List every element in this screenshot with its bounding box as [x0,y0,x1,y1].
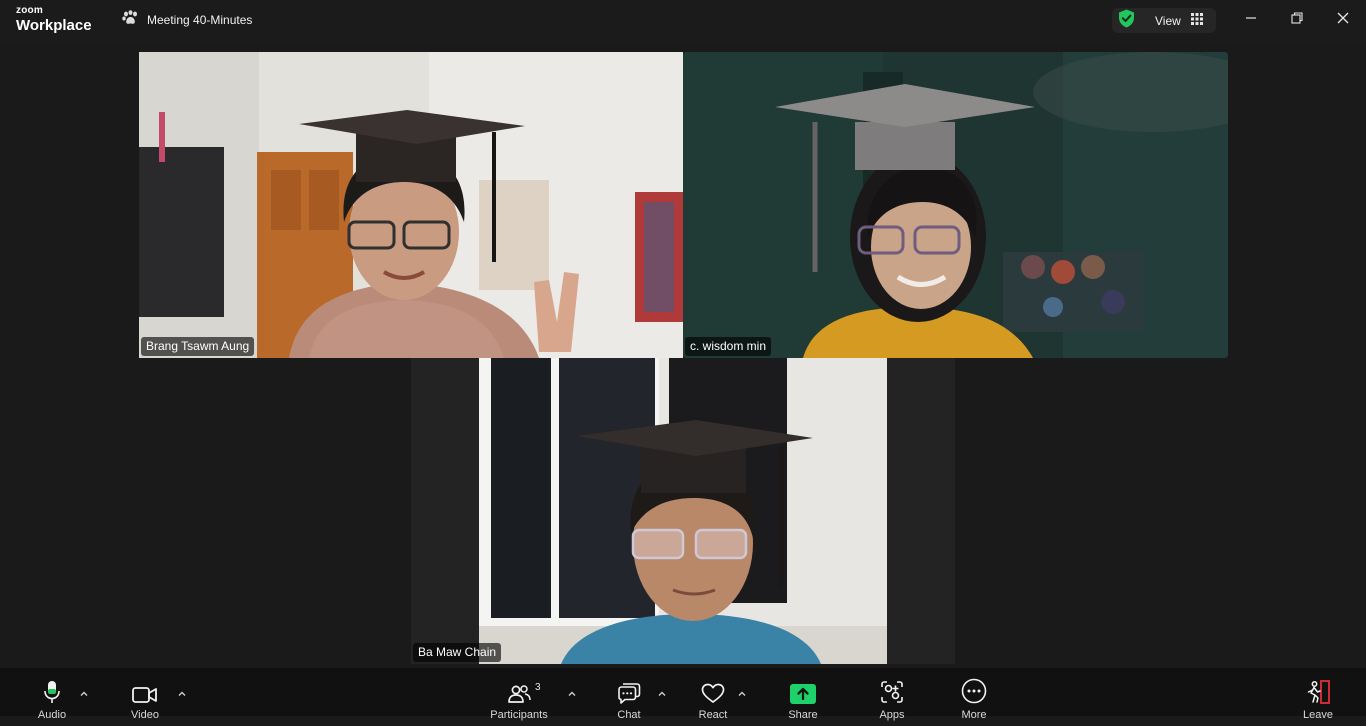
app-logo: zoom Workplace [16,5,92,34]
minimize-button[interactable] [1241,10,1261,30]
shield-check-icon [1118,9,1135,33]
microphone-icon [43,678,61,704]
meeting-toolbar: Audio Video Participants 3 Chat React Sh… [0,668,1366,721]
audio-options-caret[interactable] [79,686,89,696]
minimize-icon [1245,11,1257,29]
paw-icon [122,10,139,30]
close-icon [1337,11,1349,29]
apps-icon [880,678,904,704]
share-label: Share [788,709,818,721]
camera-icon [132,678,158,704]
participants-count: 3 [535,682,541,693]
apps-label: Apps [879,709,905,721]
participant-name: Ba Maw Chain [413,643,502,662]
leave-button[interactable]: Leave [1278,678,1358,726]
brand-main-text: Workplace [16,17,92,34]
title-bar: zoom Workplace Meeting 40-Minutes View [0,0,1366,44]
more-icon [961,678,987,704]
grid-icon [1190,12,1203,30]
react-options-caret[interactable] [737,686,747,696]
leave-label: Leave [1303,709,1333,721]
leave-icon [1305,678,1331,704]
participant-name: c. wisdom min [685,337,772,356]
video-options-caret[interactable] [177,686,187,696]
video-tile-brang-tsawm-aung[interactable]: Brang Tsawm Aung [139,52,683,358]
audio-label: Audio [37,709,67,721]
video-tile-ba-maw-chain[interactable]: Ba Maw Chain [411,358,955,664]
share-screen-icon [790,678,816,704]
video-feed [411,358,955,664]
more-button[interactable]: More [934,678,1014,726]
restore-icon [1291,11,1303,29]
close-window-button[interactable] [1333,10,1353,30]
chat-options-caret[interactable] [657,686,667,696]
video-label: Video [131,709,159,721]
video-feed [683,52,1228,358]
participants-button[interactable]: Participants [479,678,559,726]
chat-label: Chat [617,709,641,721]
restore-button[interactable] [1287,10,1307,30]
apps-button[interactable]: Apps [852,678,932,726]
chat-icon [617,678,641,704]
video-button[interactable]: Video [105,678,185,726]
participant-name: Brang Tsawm Aung [141,337,255,356]
meeting-title: Meeting 40-Minutes [147,13,253,27]
react-label: React [698,709,728,721]
meeting-info[interactable]: Meeting 40-Minutes [122,10,253,30]
view-button[interactable]: View [1112,8,1216,33]
share-button[interactable]: Share [763,678,843,726]
heart-icon [701,678,725,704]
participants-icon [507,678,531,704]
participants-options-caret[interactable] [567,686,577,696]
video-tile-c-wisdom-min[interactable]: c. wisdom min [683,52,1228,358]
video-feed [139,52,683,358]
brand-top-text: zoom [16,5,43,16]
view-label: View [1155,13,1181,28]
participants-label: Participants [490,709,548,721]
video-gallery: Brang Tsawm Aung c. wisdom min Ba Maw Ch… [0,44,1366,668]
more-label: More [961,709,987,721]
